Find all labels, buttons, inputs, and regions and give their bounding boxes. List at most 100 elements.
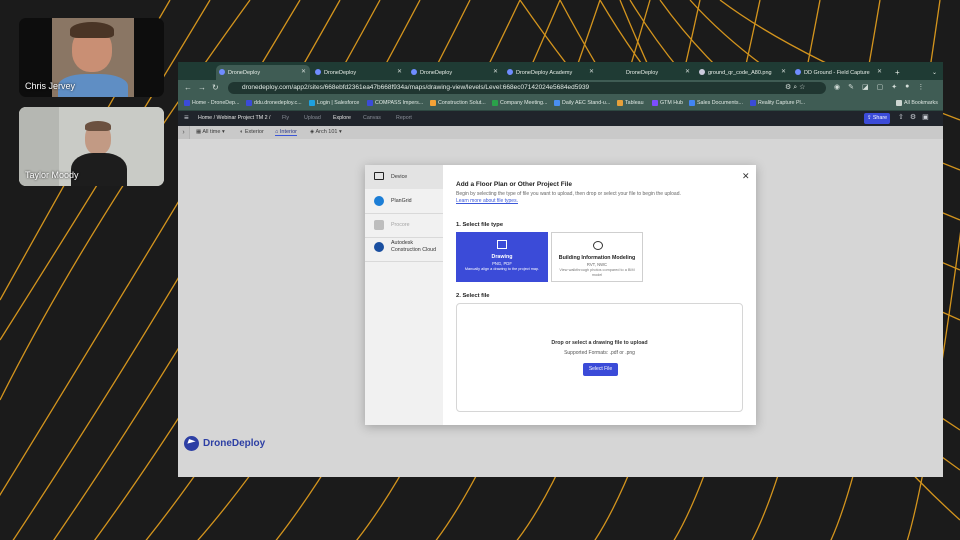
close-icon[interactable]: ✕ — [742, 171, 750, 182]
all-bookmarks[interactable]: All Bookmarks — [896, 100, 938, 106]
header-icons: ⇧ ⚙ ▣ — [898, 113, 929, 121]
bookmark-favicon-icon — [309, 100, 315, 106]
divider — [365, 261, 443, 262]
folder-icon — [896, 100, 902, 106]
bookmark-favicon-icon — [184, 100, 190, 106]
view-interior[interactable]: ⌂ Interior — [275, 129, 297, 136]
upload-icon[interactable]: ⇧ — [898, 113, 904, 121]
bookmark-favicon-icon — [617, 100, 623, 106]
settings-icon[interactable]: ⚙ — [910, 113, 916, 121]
tab-label: DroneDeploy — [324, 69, 357, 76]
bookmark[interactable]: COMPASS Impers... — [367, 100, 423, 106]
bookmark[interactable]: Construction Solut... — [430, 100, 486, 106]
nav-canvas[interactable]: Canvas — [363, 115, 381, 121]
new-tab-button[interactable]: + — [892, 65, 906, 80]
source-plangrid[interactable]: PlanGrid — [365, 189, 443, 213]
extension-icons: ◉ ✎ ◪ ▢ ✦ ● ⋮ — [834, 83, 924, 91]
bookmark[interactable]: Company Meeting... — [492, 100, 547, 106]
select-file-button[interactable]: Select File — [583, 363, 618, 376]
card-formats: RVT, NWC — [586, 262, 608, 267]
close-icon[interactable]: ✕ — [877, 68, 882, 75]
browser-tab[interactable]: DroneDeploy ✕ — [312, 65, 406, 80]
address-bar[interactable]: dronedeploy.com/app2/sites/668ebfd2361ea… — [228, 82, 826, 94]
step-1-heading: 1. Select file type — [456, 222, 504, 228]
card-description: View walkthrough photos compared to a BI… — [559, 268, 635, 277]
bookmark[interactable]: Sales Documents... — [689, 100, 743, 106]
breadcrumb[interactable]: Home / Webinar Project TM 2 / — [198, 115, 271, 121]
tab-label: DroneDeploy — [228, 69, 261, 76]
browser-tab[interactable]: DroneDeploy ✕ — [216, 65, 310, 80]
participant-tile-taylor: Taylor Moody — [19, 107, 164, 186]
extension-icon[interactable]: ✎ — [848, 83, 854, 91]
bookmark-favicon-icon — [430, 100, 436, 106]
source-autodesk[interactable]: Autodesk Construction Cloud — [365, 239, 443, 261]
address-bar-icons: ⚙ ⌕ ☆ — [785, 84, 806, 91]
browser-window: DroneDeploy ✕ DroneDeploy ✕ DroneDeploy ✕ D… — [178, 62, 943, 477]
card-description: Manually align a drawing to the project … — [464, 267, 540, 271]
divider — [365, 237, 443, 238]
share-button[interactable]: ⇪ Share — [864, 113, 890, 124]
nav-fly[interactable]: Fly — [282, 115, 289, 121]
close-icon[interactable]: ✕ — [589, 68, 594, 75]
close-icon[interactable]: ✕ — [493, 68, 498, 75]
tab-label: ground_qr_code_A80.png — [708, 69, 772, 76]
sidebar-toggle-icon[interactable]: › — [178, 126, 190, 140]
source-procore: Procore — [365, 213, 443, 237]
file-drop-zone[interactable]: Drop or select a drawing file to upload … — [456, 303, 743, 412]
brand-name: DroneDeploy — [203, 438, 266, 449]
forward-icon[interactable]: → — [198, 83, 206, 92]
favicon-icon — [699, 69, 705, 75]
nav-explore[interactable]: Explore — [333, 115, 351, 121]
bookmark[interactable]: Login | Salesforce — [309, 100, 359, 106]
bookmark-favicon-icon — [689, 100, 695, 106]
bookmark[interactable]: Reality Capture Pl... — [750, 100, 805, 106]
tab-label: DroneDeploy — [626, 69, 659, 76]
menu-kebab-icon[interactable]: ⋮ — [917, 83, 924, 91]
hamburger-menu-icon[interactable]: ≡ — [184, 113, 189, 122]
nav-upload[interactable]: Upload — [304, 115, 321, 121]
modal-description: Begin by selecting the type of file you … — [456, 191, 681, 197]
browser-tab[interactable]: DroneDeploy ✕ — [600, 65, 694, 80]
close-icon[interactable]: ✕ — [397, 68, 402, 75]
file-type-bim[interactable]: Building Information Modeling RVT, NWC V… — [551, 232, 643, 282]
learn-more-link[interactable]: Learn more about file types. — [456, 198, 518, 204]
extensions-puzzle-icon[interactable]: ✦ — [891, 83, 897, 91]
close-icon[interactable]: ✕ — [301, 68, 306, 75]
participant-tile-chris: Chris Jervey — [19, 18, 164, 97]
reload-icon[interactable]: ↻ — [212, 83, 219, 92]
notifications-icon[interactable]: ▣ — [922, 113, 929, 121]
file-type-drawing[interactable]: Drawing PNG, PDF Manually align a drawin… — [456, 232, 548, 282]
view-exterior[interactable]: ◐ Exterior — [240, 129, 264, 135]
brand-logo: DroneDeploy — [184, 436, 265, 451]
source-device[interactable]: Device — [365, 165, 443, 189]
bookmark[interactable]: GTM Hub — [652, 100, 683, 106]
favicon-icon — [507, 69, 513, 75]
profile-icon[interactable]: ● — [905, 83, 909, 91]
tab-search-icon[interactable]: ⌄ — [930, 65, 942, 80]
browser-tab[interactable]: DroneDeploy ✕ — [408, 65, 502, 80]
close-icon[interactable]: ✕ — [781, 68, 786, 75]
browser-tab[interactable]: DD Ground - Field Capture ✕ — [792, 65, 886, 80]
extension-icon[interactable]: ◪ — [862, 83, 869, 91]
bookmark[interactable]: Daily AEC Stand-u... — [554, 100, 610, 106]
tab-label: DroneDeploy Academy — [516, 69, 573, 76]
browser-tab[interactable]: DroneDeploy Academy ✕ — [504, 65, 598, 80]
favicon-icon — [219, 69, 225, 75]
dronedeploy-logo-icon — [184, 436, 199, 451]
bookmark[interactable]: ddu.dronedeploy.c... — [246, 100, 302, 106]
close-icon[interactable]: ✕ — [685, 68, 690, 75]
bookmark[interactable]: Home - DroneDep... — [184, 100, 239, 106]
back-icon[interactable]: ← — [184, 83, 192, 92]
time-filter[interactable]: ▦ All time ▾ — [196, 129, 225, 135]
browser-tab[interactable]: ground_qr_code_A80.png ✕ — [696, 65, 790, 80]
procore-icon — [374, 220, 384, 230]
drawing-icon — [497, 240, 507, 249]
nav-report[interactable]: Report — [396, 115, 412, 121]
app-header: ≡ Home / Webinar Project TM 2 / Fly Uplo… — [178, 111, 943, 126]
plangrid-icon — [374, 196, 384, 206]
extension-icon[interactable]: ◉ — [834, 83, 840, 91]
level-select[interactable]: ◈ Arch 101 ▾ — [310, 129, 342, 135]
card-formats: PNG, PDF — [492, 261, 512, 266]
bookmark[interactable]: Tableau — [617, 100, 644, 106]
extension-icon[interactable]: ▢ — [877, 83, 884, 91]
